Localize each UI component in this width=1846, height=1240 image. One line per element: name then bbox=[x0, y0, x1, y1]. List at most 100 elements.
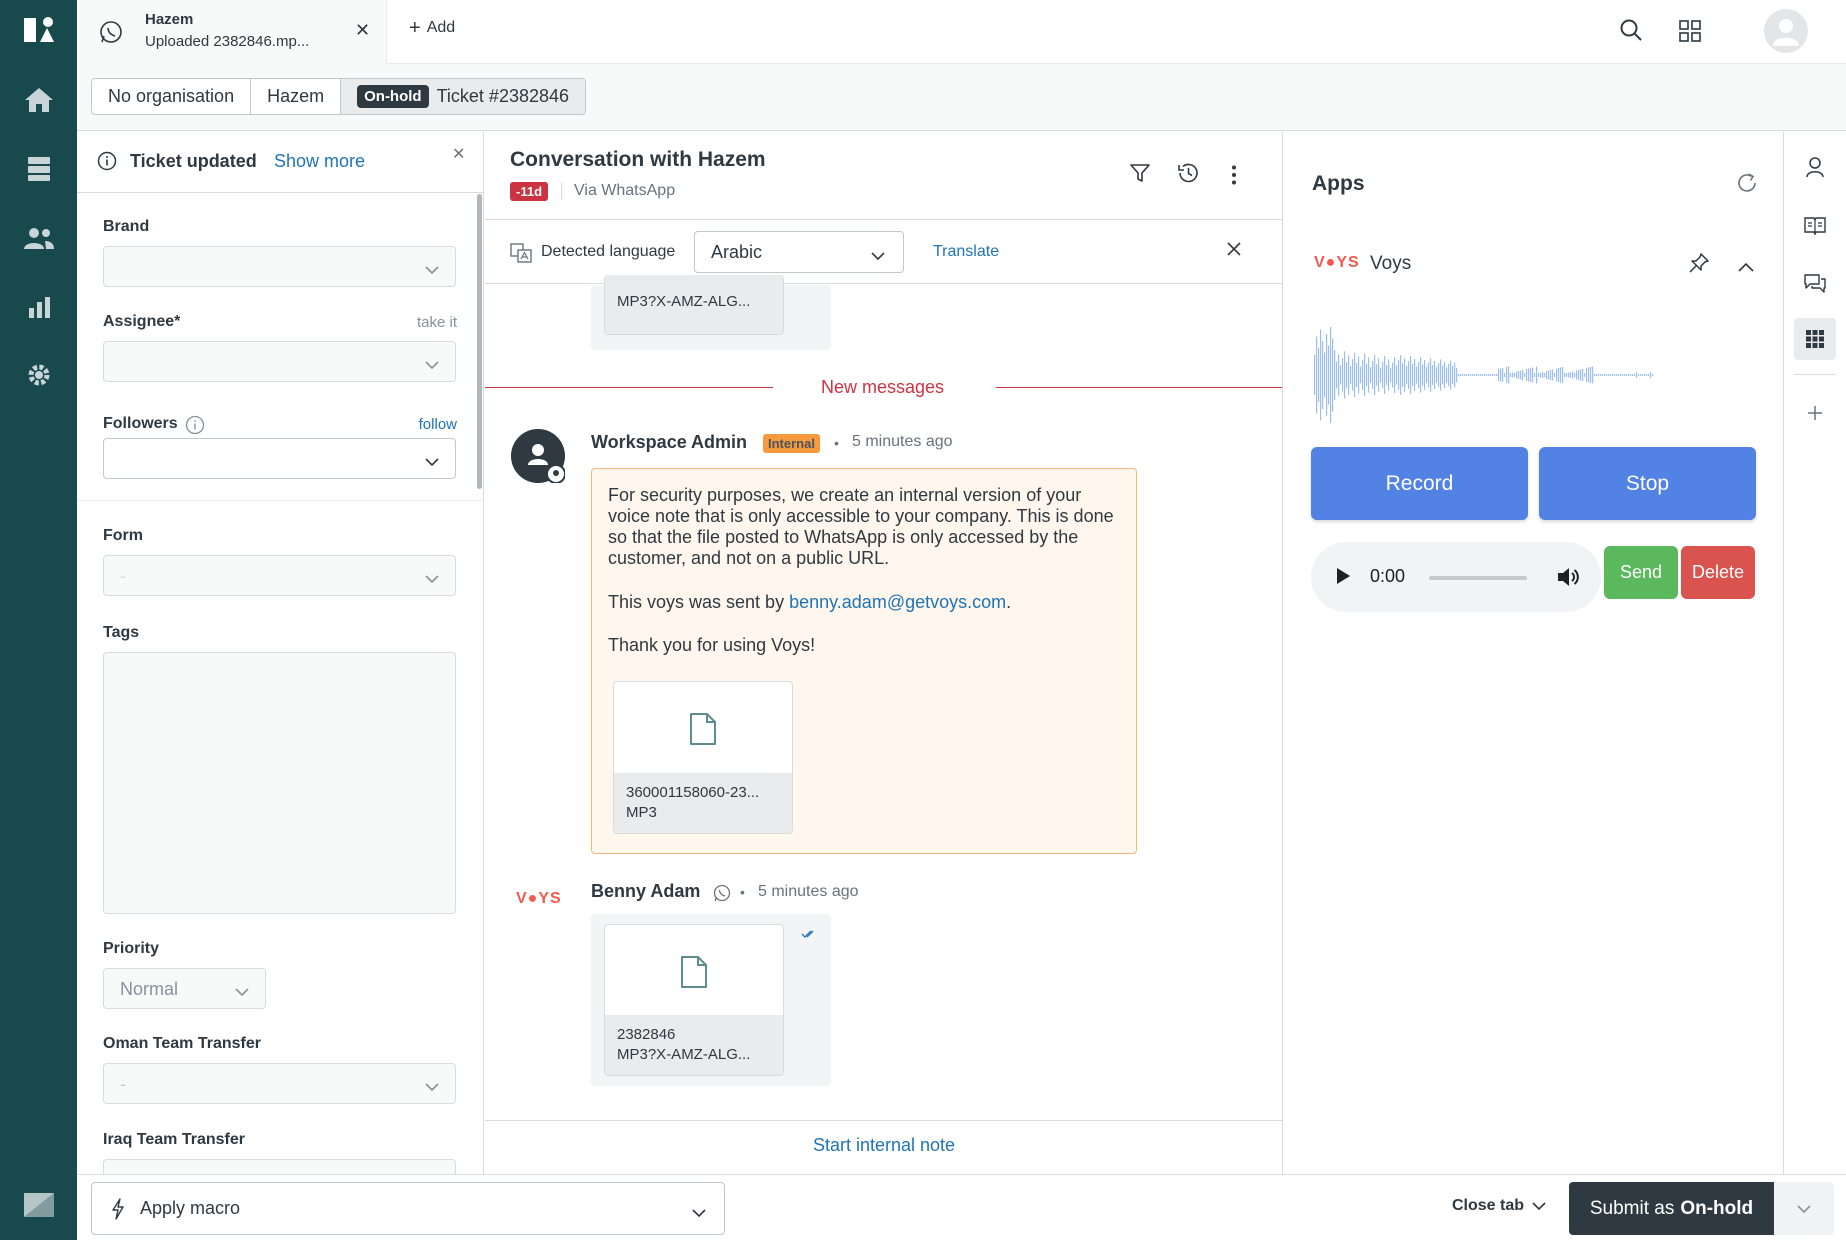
oman-team-transfer-select[interactable]: - bbox=[103, 1063, 456, 1104]
knowledge-icon[interactable] bbox=[1794, 204, 1836, 246]
assignee-select[interactable] bbox=[103, 341, 456, 382]
tags-input[interactable] bbox=[103, 652, 456, 914]
waveform-bar bbox=[1370, 367, 1372, 383]
breadcrumb-requester[interactable]: Hazem bbox=[251, 79, 342, 114]
language-select[interactable]: Arabic bbox=[694, 231, 904, 273]
more-options-icon[interactable] bbox=[1231, 165, 1237, 190]
waveform-bar bbox=[1510, 373, 1512, 377]
chevron-up-icon[interactable] bbox=[1738, 259, 1754, 277]
filter-icon[interactable] bbox=[1129, 162, 1151, 189]
breadcrumb-ticket[interactable]: On-hold Ticket #2382846 bbox=[341, 79, 586, 114]
waveform-bar bbox=[1522, 370, 1524, 380]
player-time: 0:00 bbox=[1370, 566, 1406, 586]
scrollbar[interactable] bbox=[477, 194, 482, 489]
attachment-card[interactable]: MP3?X-AMZ-ALG... bbox=[604, 275, 784, 335]
views-icon[interactable] bbox=[0, 149, 77, 189]
admin-icon[interactable] bbox=[0, 355, 77, 395]
close-tab-icon[interactable]: ✕ bbox=[355, 20, 370, 41]
breadcrumb-organisation[interactable]: No organisation bbox=[92, 79, 252, 114]
waveform-bar bbox=[1360, 366, 1362, 384]
oman-team-transfer-value: - bbox=[120, 1074, 126, 1094]
customers-icon[interactable] bbox=[0, 218, 77, 258]
reporting-icon[interactable] bbox=[0, 287, 77, 327]
follow-link[interactable]: follow bbox=[419, 416, 457, 433]
volume-icon[interactable] bbox=[1556, 566, 1580, 593]
waveform-bar bbox=[1456, 367, 1458, 383]
take-it-link[interactable]: take it bbox=[417, 314, 457, 331]
send-button[interactable]: Send bbox=[1604, 546, 1678, 599]
home-icon[interactable] bbox=[0, 80, 77, 120]
waveform-bar bbox=[1468, 374, 1470, 376]
waveform-bar bbox=[1582, 369, 1584, 381]
attachment-card[interactable]: 2382846 MP3?X-AMZ-ALG... bbox=[604, 924, 784, 1076]
ticket-tab[interactable]: Hazem Uploaded 2382846.mp... ✕ bbox=[77, 0, 387, 64]
waveform-bar bbox=[1564, 373, 1566, 377]
refresh-icon[interactable] bbox=[1736, 172, 1758, 199]
waveform-bar bbox=[1484, 374, 1486, 376]
waveform-bar bbox=[1474, 374, 1476, 376]
show-more-link[interactable]: Show more bbox=[274, 151, 365, 172]
waveform-bar bbox=[1486, 374, 1488, 376]
conversations-icon[interactable] bbox=[1794, 262, 1836, 304]
add-tab-button[interactable]: + Add bbox=[409, 18, 455, 38]
brand-select[interactable] bbox=[103, 246, 456, 287]
pin-icon[interactable] bbox=[1688, 252, 1710, 279]
waveform-bar bbox=[1390, 368, 1392, 382]
waveform-bar bbox=[1464, 374, 1466, 376]
followers-info-icon[interactable] bbox=[185, 415, 205, 440]
attachment-card[interactable]: 360001158060-23... MP3 bbox=[613, 681, 793, 834]
waveform-bar bbox=[1516, 371, 1518, 379]
player-progress-slider[interactable] bbox=[1429, 576, 1527, 580]
zendesk-icon[interactable] bbox=[0, 1185, 77, 1225]
user-icon[interactable] bbox=[1794, 146, 1836, 188]
start-internal-note-link[interactable]: Start internal note bbox=[485, 1120, 1282, 1174]
waveform-bar bbox=[1398, 360, 1400, 390]
attachment-meta: 2382846 MP3?X-AMZ-ALG... bbox=[605, 1015, 783, 1075]
waveform-bar bbox=[1528, 368, 1530, 382]
close-translation-icon[interactable] bbox=[1226, 241, 1242, 262]
waveform-bar bbox=[1352, 359, 1354, 391]
submit-button[interactable]: Submit as On-hold bbox=[1569, 1182, 1774, 1235]
history-icon[interactable] bbox=[1176, 162, 1200, 189]
waveform-bar bbox=[1462, 374, 1464, 376]
priority-value: Normal bbox=[120, 979, 179, 999]
waveform-bar bbox=[1598, 374, 1600, 376]
waveform-bar bbox=[1616, 374, 1618, 376]
form-select[interactable]: - bbox=[103, 555, 456, 596]
chevron-down-icon bbox=[692, 1204, 706, 1222]
logo-icon[interactable] bbox=[0, 10, 77, 50]
new-messages-divider bbox=[996, 387, 1282, 388]
email-link[interactable]: benny.adam@getvoys.com bbox=[789, 592, 1006, 612]
submit-options-button[interactable] bbox=[1774, 1182, 1834, 1235]
search-icon[interactable] bbox=[1619, 18, 1643, 47]
waveform-bar bbox=[1552, 369, 1554, 381]
submit-status: On-hold bbox=[1680, 1197, 1754, 1219]
waveform-bar bbox=[1348, 355, 1350, 395]
apps-grid-icon[interactable] bbox=[1794, 318, 1836, 360]
message-author: Benny Adam bbox=[591, 881, 701, 901]
apply-macro-select[interactable]: Apply macro bbox=[91, 1182, 725, 1235]
close-tab-menu[interactable]: Close tab bbox=[1452, 1197, 1546, 1215]
waveform-bar bbox=[1604, 374, 1606, 376]
translate-button[interactable]: Translate bbox=[933, 243, 999, 261]
play-icon[interactable] bbox=[1335, 567, 1351, 590]
waveform-bar bbox=[1330, 327, 1332, 423]
waveform-bar bbox=[1488, 374, 1490, 376]
products-grid-icon[interactable] bbox=[1679, 20, 1701, 47]
record-button[interactable]: Record bbox=[1311, 447, 1528, 520]
delete-button[interactable]: Delete bbox=[1681, 546, 1755, 599]
stop-button[interactable]: Stop bbox=[1539, 447, 1756, 520]
waveform-bar bbox=[1328, 345, 1330, 405]
waveform-bar bbox=[1540, 372, 1542, 378]
user-avatar[interactable] bbox=[1764, 9, 1808, 53]
waveform-bar bbox=[1576, 370, 1578, 380]
iraq-team-transfer-select[interactable] bbox=[103, 1159, 456, 1174]
followers-select[interactable] bbox=[103, 438, 456, 479]
close-notice-icon[interactable]: ✕ bbox=[452, 144, 465, 164]
waveform-bar bbox=[1322, 341, 1324, 409]
new-messages-divider bbox=[485, 387, 773, 388]
tab-subtitle: Uploaded 2382846.mp... bbox=[145, 33, 310, 50]
add-icon[interactable] bbox=[1794, 392, 1836, 434]
priority-select[interactable]: Normal bbox=[103, 968, 266, 1009]
attachment-name: 2382846 bbox=[617, 1026, 676, 1043]
